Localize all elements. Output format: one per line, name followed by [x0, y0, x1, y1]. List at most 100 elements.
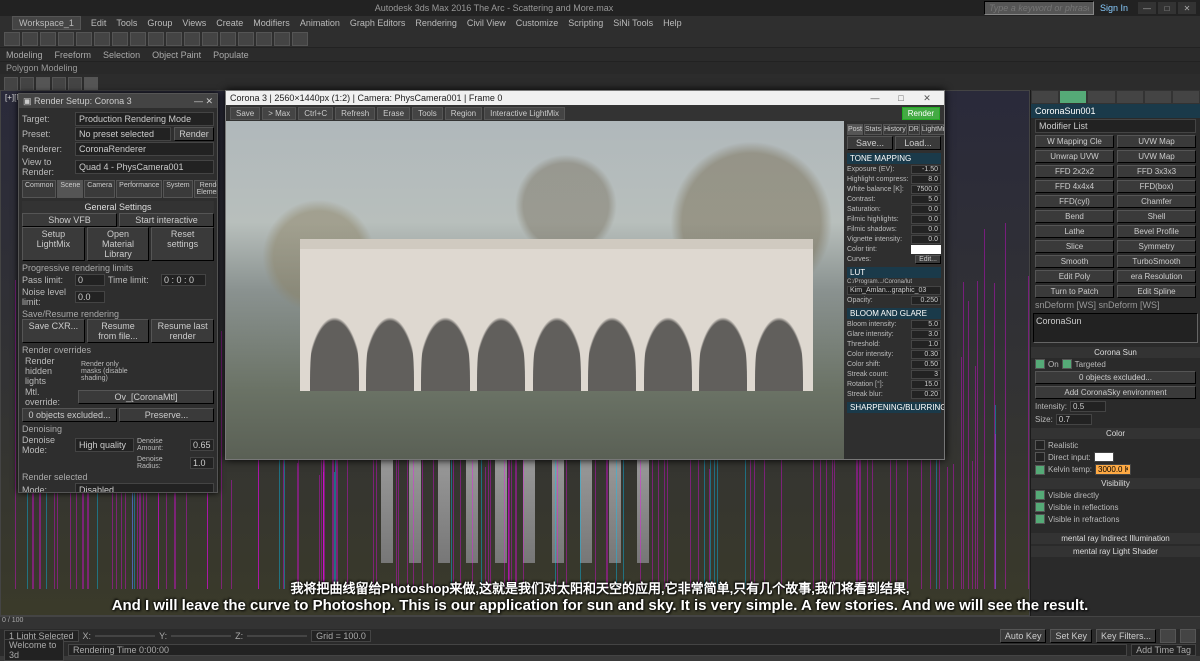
tool-icon[interactable] [20, 77, 34, 91]
mirror-icon[interactable] [184, 32, 200, 46]
hierarchy-tab-icon[interactable] [1087, 90, 1115, 104]
vfb-ctrlc-btn[interactable]: Ctrl+C [298, 107, 333, 120]
rotate-icon[interactable] [112, 32, 128, 46]
unlink-icon[interactable] [58, 32, 74, 46]
rs-tab-system[interactable]: System [163, 180, 192, 198]
welcome-prompt[interactable]: Welcome to 3d [4, 639, 64, 661]
tool-icon[interactable] [4, 77, 18, 91]
rs-titlebar[interactable]: ▣ Render Setup: Corona 3 — ✕ [19, 94, 217, 108]
z-coord[interactable] [247, 635, 307, 637]
vfb-refresh-btn[interactable]: Refresh [335, 107, 375, 120]
vfb-max-icon[interactable]: □ [888, 93, 914, 103]
rs-tab-scene[interactable]: Scene [57, 180, 83, 198]
vfb-tab-history[interactable]: History [883, 124, 907, 135]
tone-mapping-header[interactable]: TONE MAPPING [847, 153, 941, 164]
rs-min-icon[interactable]: — [194, 96, 203, 106]
corona-vfb-window[interactable]: Corona 3 | 2560×1440px (1:2) | Camera: P… [225, 90, 945, 460]
scale-icon[interactable] [130, 32, 146, 46]
renderer-dd[interactable]: CoronaRenderer [75, 142, 214, 156]
link-icon[interactable] [40, 32, 56, 46]
menu-grapheditors[interactable]: Graph Editors [350, 18, 406, 28]
menu-tools[interactable]: Tools [116, 18, 137, 28]
vfb-max-btn[interactable]: > Max [262, 107, 296, 120]
rs-tab-elements[interactable]: Render Elements [194, 180, 217, 198]
show-vfb-button[interactable]: Show VFB [22, 213, 117, 227]
autokey-button[interactable]: Auto Key [1000, 629, 1047, 643]
bloom-header[interactable]: BLOOM AND GLARE [847, 308, 941, 319]
modifier-stack[interactable]: CoronaSun [1033, 313, 1198, 343]
corona-sun-rollout[interactable]: Corona Sun [1031, 347, 1200, 358]
snap-icon[interactable] [148, 32, 164, 46]
target-dd[interactable]: Production Rendering Mode [75, 112, 214, 126]
curve-editor-icon[interactable] [238, 32, 254, 46]
vfb-min-icon[interactable]: — [862, 93, 888, 103]
pass-limit-input[interactable] [75, 274, 105, 286]
targeted-checkbox[interactable] [1062, 359, 1072, 369]
ribbon-selection[interactable]: Selection [103, 50, 140, 60]
render-setup-icon[interactable] [274, 32, 290, 46]
menu-scripting[interactable]: Scripting [568, 18, 603, 28]
minimize-button[interactable]: — [1138, 2, 1156, 14]
excluded-button[interactable]: 0 objects excluded... [1035, 371, 1196, 384]
render-icon[interactable] [292, 32, 308, 46]
layers-icon[interactable] [220, 32, 236, 46]
tool-icon[interactable] [68, 77, 82, 91]
view-dd[interactable]: Quad 4 - PhysCamera001 [75, 160, 214, 174]
modifier-list-dd[interactable]: Modifier List [1035, 119, 1196, 133]
tool-icon[interactable] [52, 77, 66, 91]
menu-help[interactable]: Help [663, 18, 682, 28]
intensity-input[interactable] [1070, 401, 1106, 412]
menu-sinitools[interactable]: SiNi Tools [613, 18, 653, 28]
ribbon-populate[interactable]: Populate [213, 50, 249, 60]
vfb-region-btn[interactable]: Region [445, 107, 482, 120]
menu-edit[interactable]: Edit [91, 18, 107, 28]
workspace-selector[interactable]: Workspace_1 [12, 16, 81, 30]
vfb-titlebar[interactable]: Corona 3 | 2560×1440px (1:2) | Camera: P… [226, 91, 944, 105]
menu-views[interactable]: Views [182, 18, 206, 28]
size-input[interactable] [1056, 414, 1092, 425]
render-setup-window[interactable]: ▣ Render Setup: Corona 3 — ✕ Target:Prod… [18, 93, 218, 493]
nav-icon[interactable] [1180, 629, 1196, 643]
angle-snap-icon[interactable] [166, 32, 182, 46]
colortint-swatch[interactable] [911, 245, 941, 254]
preset-dd[interactable]: No preset selected [75, 127, 171, 141]
exposure-input[interactable]: -1.50 [911, 165, 941, 174]
motion-tab-icon[interactable] [1116, 90, 1144, 104]
kelvin-input[interactable] [1095, 464, 1131, 475]
render-button[interactable]: Render [174, 127, 214, 141]
x-coord[interactable] [95, 635, 155, 637]
object-name[interactable]: CoronaSun001 [1031, 104, 1200, 118]
addtag-button[interactable]: Add Time Tag [1131, 644, 1196, 656]
vfb-tab-lm[interactable]: LightMix [921, 124, 944, 135]
utilities-tab-icon[interactable] [1172, 90, 1200, 104]
vfb-save-btn[interactable]: Save [230, 107, 260, 120]
rs-tab-camera[interactable]: Camera [84, 180, 115, 198]
ribbon-modeling[interactable]: Modeling [6, 50, 43, 60]
search-input[interactable] [984, 1, 1094, 15]
signin-link[interactable]: Sign In [1100, 3, 1128, 13]
menu-rendering[interactable]: Rendering [415, 18, 457, 28]
sharpen-header[interactable]: SHARPENING/BLURRING [847, 402, 941, 413]
vfb-render-btn[interactable]: Render [902, 107, 940, 120]
vfb-erase-btn[interactable]: Erase [377, 107, 410, 120]
on-checkbox[interactable] [1035, 359, 1045, 369]
vfb-lightmix-btn[interactable]: Interactive LightMix [484, 107, 565, 120]
vfb-tab-dr[interactable]: DR [908, 124, 920, 135]
undo-icon[interactable] [4, 32, 20, 46]
menu-customize[interactable]: Customize [516, 18, 559, 28]
tool-icon[interactable] [84, 77, 98, 91]
ribbon-freeform[interactable]: Freeform [55, 50, 92, 60]
color-swatch[interactable] [1094, 452, 1114, 462]
lut-header[interactable]: LUT [847, 267, 941, 278]
y-coord[interactable] [171, 635, 231, 637]
align-icon[interactable] [202, 32, 218, 46]
rs-tab-perf[interactable]: Performance [116, 180, 162, 198]
vfb-render-view[interactable] [226, 121, 844, 459]
menu-animation[interactable]: Animation [300, 18, 340, 28]
ribbon-objectpaint[interactable]: Object Paint [152, 50, 201, 60]
maximize-button[interactable]: □ [1158, 2, 1176, 14]
display-tab-icon[interactable] [1144, 90, 1172, 104]
material-editor-icon[interactable] [256, 32, 272, 46]
rs-tab-common[interactable]: Common [22, 180, 56, 198]
vfb-tab-post[interactable]: Post [847, 124, 863, 135]
